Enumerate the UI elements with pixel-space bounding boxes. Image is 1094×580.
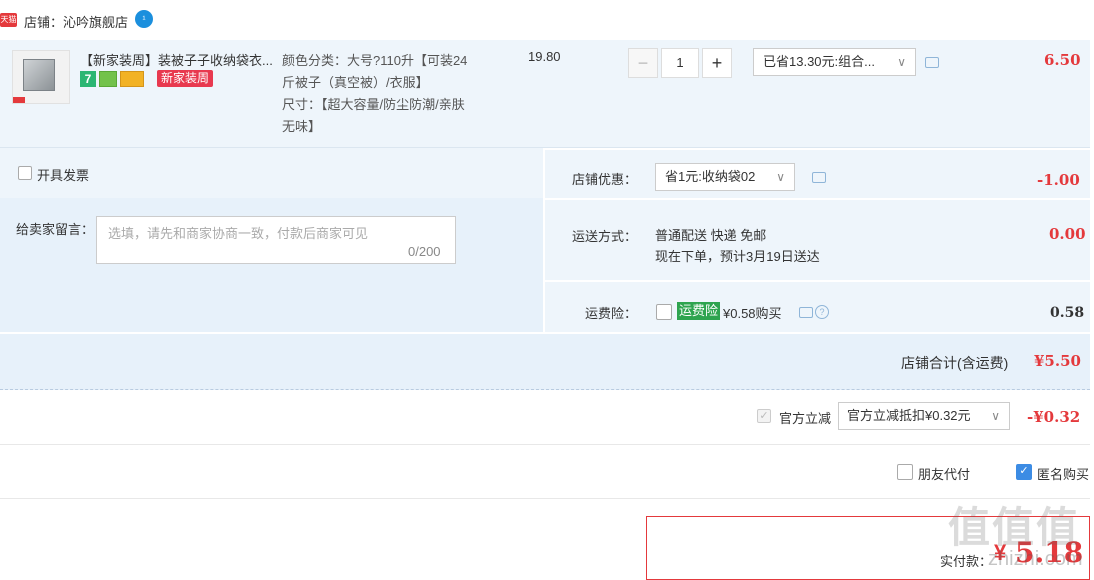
- qty-input[interactable]: 1: [661, 48, 699, 78]
- shipping-label: 运送方式：: [572, 229, 638, 244]
- sku-line: 尺寸：【超大容量/防尘防潮/亲肤: [282, 97, 465, 112]
- sku-line: 斤被子（真空被）/衣服】: [282, 75, 429, 90]
- store-total-label: 店铺合计(含运费): [901, 355, 1009, 371]
- invoice-label: 开具发票: [37, 168, 90, 183]
- insurance-price: ¥0.58购买: [723, 306, 782, 321]
- official-discount-checkbox[interactable]: ✓: [757, 409, 771, 423]
- official-discount-label: 官方立减: [779, 411, 832, 426]
- insurance-amount: 0.58: [1050, 305, 1085, 321]
- product-thumbnail[interactable]: [12, 50, 70, 104]
- store-total-amount: ¥5.50: [1034, 352, 1081, 370]
- discount-select-value: 已省13.30元:组合...: [763, 54, 875, 69]
- help-icon[interactable]: ?: [815, 305, 829, 319]
- store-header: [0, 0, 1094, 40]
- chevron-down-icon: ∨: [897, 55, 906, 69]
- unit-price: 19.80: [528, 49, 561, 64]
- comment-icon[interactable]: [812, 172, 826, 183]
- watermark-url: zhizhi.com: [988, 548, 1083, 570]
- official-discount-value: 官方立减抵扣¥0.32元: [847, 408, 971, 423]
- insurance-badge: 运费险: [677, 302, 721, 320]
- store-coupon-amount: -1.00: [1037, 171, 1080, 189]
- tmall-badge-icon: 天猫: [0, 13, 17, 27]
- message-counter: 0/200: [408, 244, 441, 259]
- message-placeholder: 选填，请先和商家协商一致，付款后商家可见: [108, 226, 369, 241]
- sku-line: 无味】: [282, 119, 322, 134]
- divider: [0, 444, 1090, 445]
- store-coupon-select[interactable]: 省1元:收纳袋02 ∨: [655, 163, 795, 191]
- coupon-select-value: 省1元:收纳袋02: [665, 169, 756, 184]
- sku-info: 颜色分类：大号?110升【可装24 斤被子（真空被）/衣服】 尺寸：【超大容量/…: [282, 50, 497, 138]
- message-label: 给卖家留言：: [16, 222, 95, 237]
- sku-line: 颜色分类：大号?110升【可装24: [282, 53, 468, 68]
- shipping-eta: 现在下单，预计3月19日送达: [655, 249, 820, 264]
- store-coupon-label: 店铺优惠：: [572, 172, 638, 187]
- seven-day-return-icon: 7: [80, 70, 96, 87]
- friend-pay-checkbox[interactable]: [897, 464, 913, 480]
- shipping-amount: 0.00: [1049, 225, 1086, 243]
- shipping-method: 普通配送 快递 免邮: [655, 228, 767, 243]
- service-icons: 7: [80, 70, 147, 88]
- insurance-label: 运费险：: [585, 306, 638, 321]
- qty-minus-button[interactable]: −: [628, 48, 658, 78]
- invoice-checkbox[interactable]: [18, 166, 32, 180]
- product-title[interactable]: 【新家装周】装被子子收纳袋衣...: [80, 50, 275, 69]
- comment-icon[interactable]: [799, 307, 813, 318]
- item-discount-select[interactable]: 已省13.30元:组合... ∨: [753, 48, 916, 76]
- item-subtotal: 6.50: [1044, 51, 1081, 69]
- chevron-down-icon: ∨: [991, 409, 1000, 423]
- official-discount-select[interactable]: 官方立减抵扣¥0.32元 ∨: [838, 402, 1010, 430]
- official-discount-amount: -¥0.32: [1027, 408, 1081, 426]
- divider: [0, 498, 1090, 499]
- store-name[interactable]: 店铺：沁吟旗舰店: [24, 12, 128, 31]
- anonymous-label: 匿名购买: [1037, 467, 1090, 482]
- chevron-down-icon: ∨: [776, 170, 785, 184]
- green-badge-icon: [99, 70, 117, 87]
- anonymous-checkbox[interactable]: ✓: [1016, 464, 1032, 480]
- qty-plus-button[interactable]: +: [702, 48, 732, 78]
- watermark-logo: 值值值: [948, 504, 1081, 551]
- comment-icon[interactable]: [925, 57, 939, 68]
- card-icon: [120, 70, 144, 87]
- insurance-checkbox[interactable]: [656, 304, 672, 320]
- promo-badge: 新家装周: [157, 70, 214, 87]
- friend-pay-label: 朋友代付: [918, 467, 971, 482]
- wangwang-chat-icon[interactable]: ¹: [135, 10, 153, 28]
